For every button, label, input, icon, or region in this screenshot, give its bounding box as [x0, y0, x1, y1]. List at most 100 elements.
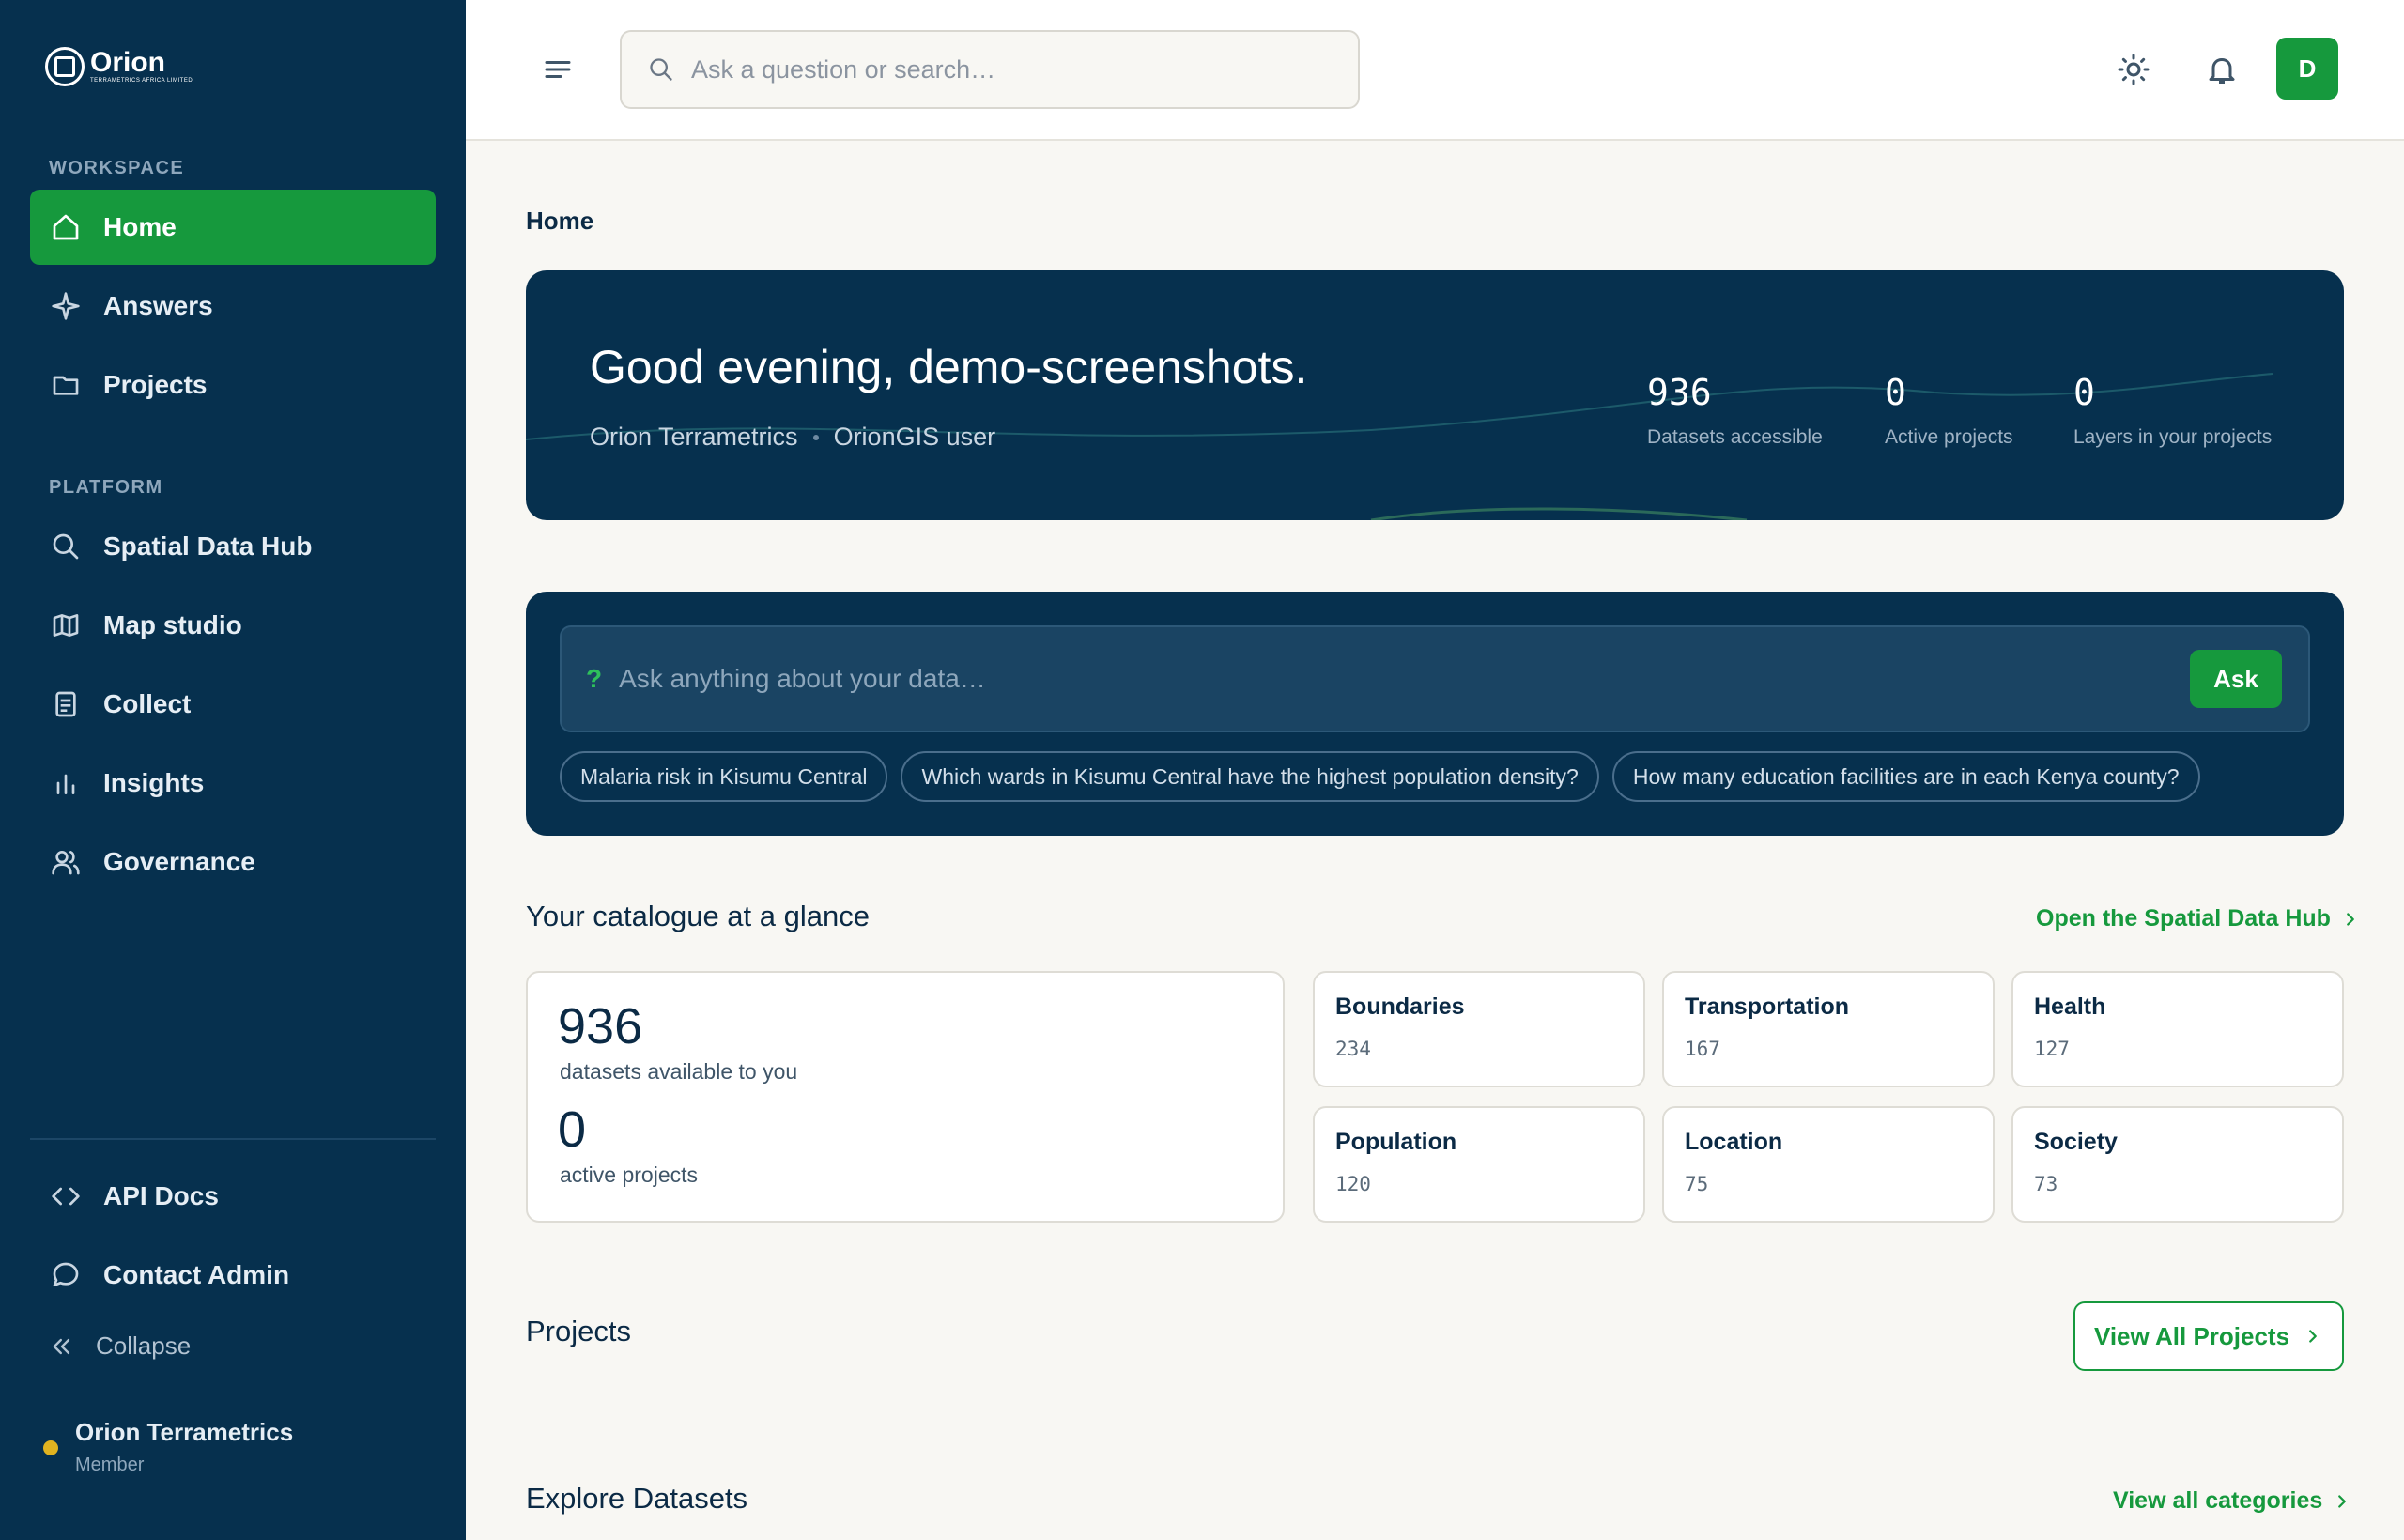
- users-icon: [49, 845, 83, 879]
- stat-label: Active projects: [1885, 426, 2013, 448]
- sidebar-item-label: Contact Admin: [103, 1260, 290, 1289]
- category-card-health[interactable]: Health 127: [2011, 971, 2344, 1087]
- view-all-categories-link[interactable]: View all categories: [2113, 1487, 2352, 1515]
- category-card-society[interactable]: Society 73: [2011, 1106, 2344, 1223]
- projects-label: active projects: [560, 1163, 699, 1187]
- separator-dot: [812, 434, 819, 440]
- sidebar-item-label: Projects: [103, 370, 208, 399]
- view-all-projects-button[interactable]: View All Projects: [2073, 1301, 2344, 1371]
- org-role: Member: [75, 1455, 145, 1475]
- suggestion-chip[interactable]: Which wards in Kisumu Central have the h…: [901, 751, 1599, 802]
- top-bar: D: [466, 0, 2404, 141]
- stat-active-projects: 0 Active projects: [1885, 372, 2013, 449]
- workspace-section-label: WORKSPACE: [49, 158, 185, 178]
- chevron-right-icon: [2347, 912, 2354, 926]
- brand-subtitle: TERRAMETRICS AFRICA LIMITED: [90, 78, 193, 84]
- chat-icon: [49, 1258, 83, 1292]
- ask-input[interactable]: [619, 664, 2190, 694]
- collapse-button[interactable]: Collapse: [49, 1332, 191, 1361]
- sparkle-icon: [49, 289, 83, 323]
- projects-count: 0: [558, 1101, 587, 1158]
- stat-layers: 0 Layers in your projects: [2073, 372, 2272, 449]
- button-label: View All Projects: [2093, 1321, 2290, 1350]
- bell-icon[interactable]: [2205, 53, 2239, 86]
- org-name: Orion Terrametrics: [590, 423, 798, 451]
- sidebar-item-projects[interactable]: Projects: [30, 347, 436, 423]
- sidebar-item-contact-admin[interactable]: Contact Admin: [30, 1238, 436, 1313]
- sidebar-item-label: Collect: [103, 689, 192, 718]
- org-switcher[interactable]: Orion Terrametrics Member: [43, 1418, 293, 1476]
- sidebar-item-insights[interactable]: Insights: [30, 746, 436, 821]
- sidebar-item-label: Spatial Data Hub: [103, 531, 313, 561]
- hero-wave-decoration: [526, 373, 2273, 520]
- sidebar-item-governance[interactable]: Governance: [30, 824, 436, 900]
- search-input[interactable]: [691, 54, 1330, 85]
- brand-name: Orion: [90, 47, 165, 78]
- ask-box[interactable]: ? Ask: [560, 625, 2310, 732]
- chevron-right-icon: [2338, 1494, 2347, 1508]
- sun-icon[interactable]: [2117, 53, 2150, 86]
- question-icon: ?: [586, 664, 603, 693]
- category-name: Boundaries: [1335, 993, 1465, 1020]
- orion-logo[interactable]: Orion TERRAMETRICS AFRICA LIMITED: [45, 47, 193, 86]
- search-icon: [49, 530, 83, 563]
- category-card-transportation[interactable]: Transportation 167: [1662, 971, 1995, 1087]
- welcome-hero: Good evening, demo-screenshots. Orion Te…: [526, 270, 2344, 520]
- sidebar-item-api-docs[interactable]: API Docs: [30, 1159, 436, 1234]
- category-count: 234: [1335, 1038, 1371, 1060]
- category-name: Transportation: [1685, 993, 1850, 1020]
- global-search[interactable]: [620, 30, 1360, 109]
- search-icon: [650, 58, 672, 81]
- datasets-count: 936: [558, 998, 643, 1055]
- sidebar-item-spatial-data-hub[interactable]: Spatial Data Hub: [30, 509, 436, 584]
- link-label: Open the Spatial Data Hub: [2036, 905, 2331, 932]
- menu-icon[interactable]: [541, 53, 575, 86]
- sidebar-item-answers[interactable]: Answers: [30, 269, 436, 344]
- category-card-population[interactable]: Population 120: [1313, 1106, 1645, 1223]
- category-name: Society: [2034, 1129, 2118, 1155]
- category-card-boundaries[interactable]: Boundaries 234: [1313, 971, 1645, 1087]
- stat-value: 0: [2073, 372, 2095, 413]
- suggestion-chip[interactable]: How many education facilities are in eac…: [1611, 751, 2200, 802]
- sidebar-item-label: Insights: [103, 768, 205, 797]
- catalogue-summary-card: 936 datasets available to you 0 active p…: [526, 971, 1285, 1223]
- collapse-label: Collapse: [96, 1332, 192, 1360]
- code-icon: [49, 1179, 83, 1213]
- chevron-right-icon: [2309, 1330, 2317, 1343]
- sidebar-item-map-studio[interactable]: Map studio: [30, 588, 436, 663]
- stat-label: Datasets accessible: [1647, 426, 1823, 448]
- link-label: View all categories: [2113, 1487, 2323, 1514]
- sidebar-item-label: Map studio: [103, 610, 242, 639]
- ask-panel: ? Ask Malaria risk in Kisumu Central Whi…: [526, 592, 2344, 836]
- open-spatial-data-hub-link[interactable]: Open the Spatial Data Hub: [2036, 905, 2361, 932]
- category-card-location[interactable]: Location 75: [1662, 1106, 1995, 1223]
- org-status-dot: [43, 1440, 58, 1455]
- hero-subtitle: Orion Terrametrics OrionGIS user: [590, 423, 995, 452]
- platform-section-label: PLATFORM: [49, 477, 163, 498]
- datasets-label: datasets available to you: [560, 1059, 798, 1084]
- suggestion-chip[interactable]: Malaria risk in Kisumu Central: [560, 751, 888, 802]
- stat-value: 0: [1885, 372, 1906, 413]
- category-count: 75: [1685, 1173, 1709, 1195]
- sidebar: Orion TERRAMETRICS AFRICA LIMITED WORKSP…: [0, 0, 466, 1540]
- clipboard-icon: [49, 687, 83, 721]
- orion-logo-icon: [45, 47, 85, 86]
- category-name: Health: [2034, 993, 2106, 1020]
- sidebar-item-collect[interactable]: Collect: [30, 667, 436, 742]
- breadcrumb: Home: [526, 207, 594, 235]
- sidebar-item-label: Answers: [103, 291, 213, 320]
- stat-label: Layers in your projects: [2073, 426, 2273, 448]
- sidebar-item-label: Home: [103, 212, 177, 241]
- sidebar-item-label: Governance: [103, 847, 255, 876]
- catalogue-title: Your catalogue at a glance: [526, 900, 870, 932]
- home-icon: [49, 210, 83, 244]
- org-name: Orion Terrametrics: [75, 1418, 294, 1446]
- user-role: OrionGIS user: [833, 423, 996, 451]
- category-count: 127: [2034, 1038, 2070, 1060]
- stat-datasets: 936 Datasets accessible: [1647, 372, 1823, 449]
- user-avatar[interactable]: D: [2276, 38, 2338, 100]
- sidebar-item-home[interactable]: Home: [30, 190, 436, 265]
- ask-button[interactable]: Ask: [2190, 650, 2282, 708]
- folder-icon: [49, 368, 83, 402]
- category-name: Location: [1685, 1129, 1783, 1155]
